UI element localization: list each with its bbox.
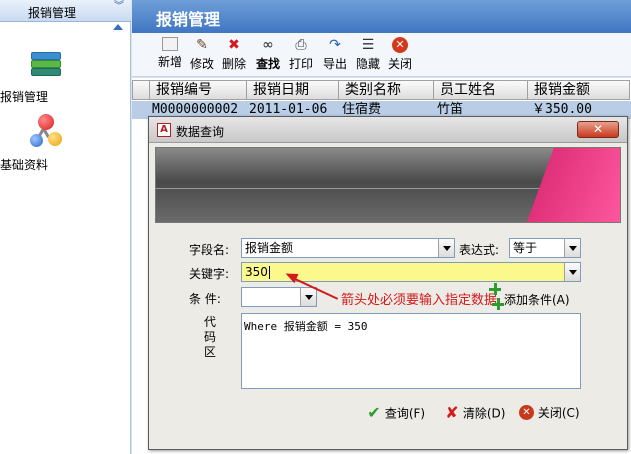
scroll-up-icon[interactable] [113,24,123,30]
delete-button[interactable]: ✖ 删除 [218,37,250,72]
export-icon: ↷ [329,37,341,53]
expression-select[interactable]: 等于 [509,238,581,258]
check-icon: ✔ [367,403,381,422]
column-header[interactable]: 报销编号 [150,80,247,100]
chevron-down-icon[interactable] [564,239,580,257]
nav-header[interactable]: 报销管理 ︾ [0,0,131,22]
column-header[interactable]: 员工姓名 [434,80,528,100]
condition-label: 条 件: [189,292,221,306]
add-icon [492,298,504,310]
nav-item-label: 报销管理 [0,90,49,104]
edit-icon: ✎ [196,37,208,53]
dialog-close-action-button[interactable]: ✕ 关闭(C) [519,404,580,426]
dialog-title-bar[interactable]: A 数据查询 ✕ [149,117,627,143]
code-area[interactable]: Where 报销金额 = 350 [241,313,581,389]
left-navigation: 报销管理 ︾ 报销管理 基础资料 [0,0,131,454]
dialog-title: 数据查询 [176,125,225,139]
edit-button[interactable]: ✎ 修改 [186,37,218,72]
annotation-text: 箭头处必须要输入指定数据 [341,293,498,308]
print-button[interactable]: ⎙ 打印 [285,37,317,72]
nav-item-label: 基础资料 [0,158,49,172]
collapse-chevron-icon[interactable]: ︾ [114,2,124,12]
hide-icon: ☰ [361,37,375,53]
new-icon [162,37,178,51]
row-header-corner [132,80,150,100]
keyword-label: 关键字: [189,267,230,281]
nav-item-reimbursement[interactable]: 报销管理 [0,44,92,104]
printer-icon: ⎙ [295,37,307,53]
column-header[interactable]: 报销日期 [247,80,339,100]
dialog-close-button[interactable]: ✕ [577,121,619,138]
dialog-banner [155,147,621,223]
page-title: 报销管理 [156,10,221,29]
close-icon: ✕ [392,37,408,53]
column-header[interactable]: 报销金额 [528,80,630,100]
code-area-label: 代码区 [203,315,216,359]
molecule-icon [26,112,66,152]
binoculars-icon: ∞ [262,37,274,53]
new-button[interactable]: 新增 [154,37,186,70]
close-button[interactable]: ✕ 关闭 [384,37,416,72]
chevron-down-icon[interactable] [564,263,580,281]
nav-header-title: 报销管理 [28,6,77,20]
chevron-down-icon[interactable] [438,239,454,257]
nav-item-basic-data[interactable]: 基础资料 [0,112,92,172]
clear-button[interactable]: ✘ 清除(D) [445,404,505,426]
books-icon [26,44,66,84]
add-condition-button[interactable]: 添加条件(A) [504,291,570,308]
condition-select[interactable] [241,287,317,307]
find-button[interactable]: ∞ 查找 [252,37,284,72]
query-button[interactable]: ✔ 查询(F) [367,404,425,426]
expression-label: 表达式: [459,243,500,257]
chevron-down-icon[interactable] [300,288,316,306]
main-title-bar: 报销管理 [132,0,631,33]
hide-button[interactable]: ☰ 隐藏 [352,37,384,72]
query-dialog: A 数据查询 ✕ 字段名: 报销金额 表达式: 等于 关键字: 350 条 件:… [148,116,628,450]
column-header[interactable]: 类别名称 [339,80,434,100]
add-icon [489,283,501,295]
export-button[interactable]: ↷ 导出 [319,37,351,72]
access-app-icon: A [157,123,171,137]
close-icon: ✕ [519,405,534,420]
field-name-select[interactable]: 报销金额 [241,238,455,258]
clear-icon: ✘ [445,403,459,422]
toolbar: 新增 ✎ 修改 ✖ 删除 ∞ 查找 ⎙ 打印 ↷ 导出 ☰ 隐藏 ✕ 关闭 [132,33,631,77]
field-name-label: 字段名: [189,243,230,257]
delete-icon: ✖ [228,37,240,53]
